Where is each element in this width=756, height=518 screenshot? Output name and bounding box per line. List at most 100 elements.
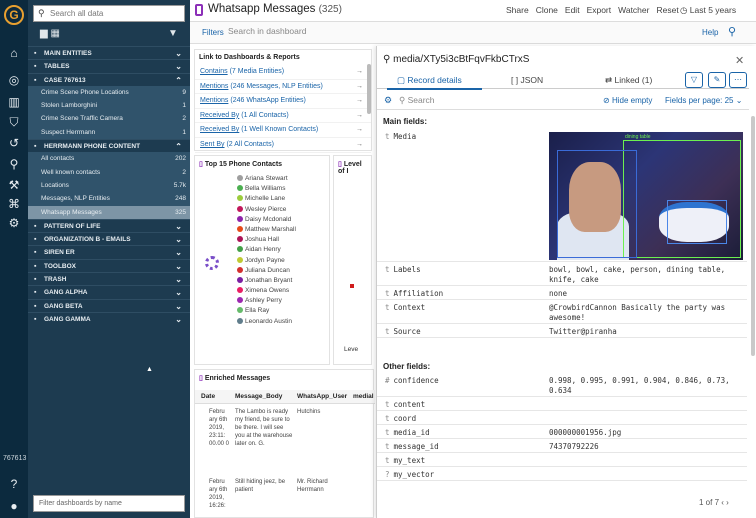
compass-icon[interactable]: ◎ [0,73,28,87]
tab-record-details[interactable]: ▢ Record details [387,75,482,90]
legend-item[interactable]: Wesley Pierce [237,205,296,215]
relation-link-row[interactable]: Received By (1 Well Known Contacts) → [195,123,371,138]
network-icon[interactable]: ⌘ [0,197,28,211]
gear-icon[interactable]: ⚙ [0,216,28,230]
sidebar-item[interactable]: Crime Scene Traffic Camera 2 [28,112,190,126]
relation-link[interactable]: Received By [200,126,239,133]
relation-link-row[interactable]: Contains (7 Media Entities) → [195,65,371,80]
time-picker[interactable]: ◷ Last 5 years [680,5,736,16]
legend-item[interactable]: Ariana Stewart [237,174,296,184]
col-media[interactable]: medial [353,393,374,400]
arrow-right-icon[interactable]: → [356,109,363,124]
sidebar-item[interactable]: ▪ MAIN ENTITIES ⌄ [28,46,190,59]
relation-link[interactable]: Mentions [200,83,228,90]
legend-item[interactable]: Leonardo Austin [237,317,296,327]
relation-link[interactable]: Sent By [200,141,225,148]
graph-icon[interactable]: ⚲ [0,157,28,171]
legend-item[interactable]: Ashley Perry [237,296,296,306]
relation-link-row[interactable]: Sent By (2 All Contacts) → [195,138,371,153]
links-scrollbar[interactable] [367,64,371,114]
sidebar-item[interactable]: ▪ TABLES ⌄ [28,59,190,72]
relation-link[interactable]: Contains [200,68,228,75]
record-search-input[interactable]: ⚲ Search [399,95,435,106]
relation-link-row[interactable]: Received By (1 All Contacts) → [195,109,371,124]
sidebar-item[interactable]: ▪ GANG BETA ⌄ [28,298,190,312]
legend-item[interactable]: Ximena Owens [237,286,296,296]
header-action-button[interactable]: Watcher [618,5,649,15]
legend-item[interactable]: Matthew Marshall [237,225,296,235]
legend-item[interactable]: Ella Ray [237,306,296,316]
fields-per-page-select[interactable]: Fields per page: 25 ⌄ [665,96,742,105]
help-icon[interactable]: ? [0,477,28,491]
edit-button[interactable]: ✎ [708,72,726,88]
legend-item[interactable]: Jonathan Bryant [237,276,296,286]
sidebar-item[interactable]: Stolen Lamborghini 1 [28,99,190,113]
chart-icon[interactable]: ▥ [0,95,28,109]
legend-item[interactable]: Bella Williams [237,184,296,194]
logout-icon[interactable]: ● [0,499,28,513]
filter-icon[interactable]: ▼ [168,28,178,39]
history-icon[interactable]: ↺ [0,136,28,150]
legend-item[interactable]: Joshua Hall [237,235,296,245]
legend-item[interactable]: Aidan Henry [237,245,296,255]
tab-json[interactable]: [ ] JSON [511,75,543,85]
sidebar-item[interactable]: Locations 5.7k [28,178,190,193]
media-image[interactable]: dining table [549,132,743,260]
hide-empty-toggle[interactable]: ⊘ Hide empty [603,96,652,105]
sidebar-item[interactable]: ▪ TRASH ⌄ [28,272,190,285]
relation-link-row[interactable]: Mentions (246 Messages, NLP Entities) → [195,80,371,95]
header-action-button[interactable]: Reset [656,5,678,15]
legend-item[interactable]: Jordyn Payne [237,256,296,266]
col-user[interactable]: WhatsApp_User [297,393,347,400]
sidebar-item[interactable]: ▪ HERRMANN PHONE CONTENT ⌃ [28,139,190,152]
sidebar-item[interactable]: ▪ PATTERN OF LIFE ⌄ [28,218,190,232]
sidebar-item[interactable]: Whatsapp Messages 325 [28,205,190,219]
new-dashboard-icon[interactable]: ▆ ▦ [40,28,60,39]
tab-linked[interactable]: ⇄ Linked (1) [605,75,652,86]
sidebar-item[interactable]: ▪ ORGANIZATION B - EMAILS ⌄ [28,232,190,245]
shield-icon[interactable]: ⛉ [0,115,28,130]
header-action-button[interactable]: Share [506,5,529,15]
sidebar-search-input[interactable]: ⚲ Search all data [33,5,185,22]
logo-icon[interactable]: G [4,5,24,25]
legend-item[interactable]: Daisy Mcdonald [237,215,296,225]
sidebar-item[interactable]: Well known contacts 2 [28,165,190,179]
col-body[interactable]: Message_Body [235,393,282,400]
sidebar-item[interactable]: All contacts 202 [28,152,190,166]
legend-item[interactable]: Juliana Duncan [237,266,296,276]
sidebar-item[interactable]: ▪ SIREN ER ⌄ [28,245,190,258]
sidebar-item[interactable]: Crime Scene Phone Locations 9 [28,85,190,100]
arrow-right-icon[interactable]: → [356,65,363,80]
arrow-right-icon[interactable]: → [356,138,363,153]
more-options-button[interactable]: ⋯ [729,72,747,88]
help-link[interactable]: Help [702,28,718,37]
header-action-button[interactable]: Clone [536,5,558,15]
arrow-right-icon[interactable]: → [356,123,363,138]
sidebar-item[interactable]: ▪ GANG GAMMA ⌄ [28,311,190,325]
record-pager[interactable]: 1 of 7 ‹ › [699,498,729,507]
sidebar-item[interactable]: Suspect Herrmann 1 [28,125,190,140]
home-icon[interactable]: ⌂ [0,46,28,60]
donut-chart[interactable] [205,256,219,270]
arrow-right-icon[interactable]: → [356,94,363,109]
close-icon[interactable]: ✕ [735,54,744,67]
col-date[interactable]: Date [201,393,215,400]
sidebar-item[interactable]: ▪ TOOLBOX ⌄ [28,258,190,272]
sidebar-item[interactable]: ▪ CASE 767613 ⌃ [28,72,190,86]
relation-link-row[interactable]: Mentions (246 WhatsApp Entities) → [195,94,371,109]
header-action-button[interactable]: Export [587,5,612,15]
filters-button[interactable]: Filters [202,28,224,37]
wrench-icon[interactable]: ⚒ [0,178,28,192]
search-submit-icon[interactable]: ⚲ [728,25,736,38]
filter-relations-button[interactable]: ▽ [685,72,703,88]
arrow-right-icon[interactable]: → [356,80,363,95]
header-action-button[interactable]: Edit [565,5,580,15]
chart-point[interactable] [350,284,354,288]
dashboard-search-input[interactable]: Search in dashboard [228,26,306,36]
sidebar-item[interactable]: Messages, NLP Entities 248 [28,192,190,206]
relation-link[interactable]: Mentions [200,97,228,104]
dashboard-filter-input[interactable]: Filter dashboards by name [33,495,185,512]
legend-item[interactable]: Michelle Lane [237,194,296,204]
relation-link[interactable]: Received By [200,112,239,119]
record-scrollbar[interactable] [751,116,755,356]
